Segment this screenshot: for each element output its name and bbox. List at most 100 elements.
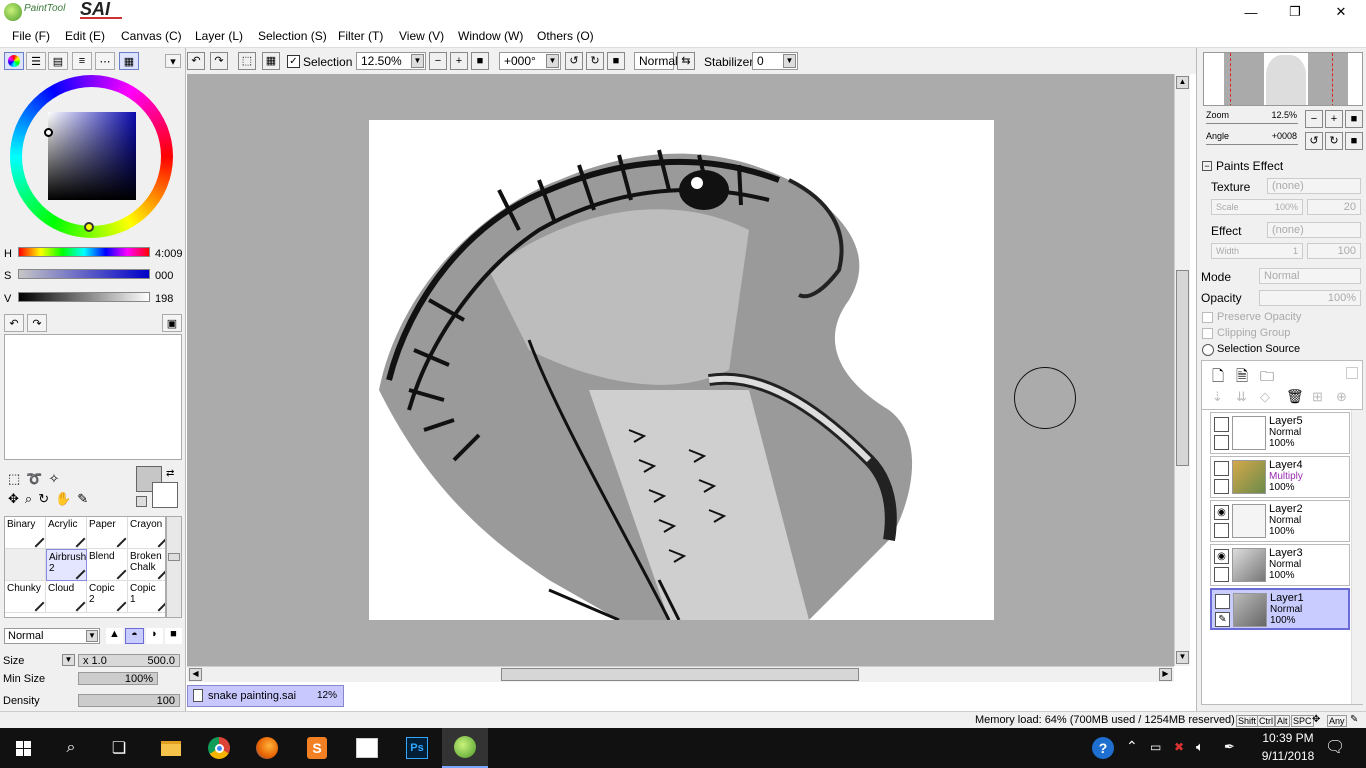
zoom-in-button[interactable]: + <box>450 52 468 70</box>
scale-input[interactable]: 20 <box>1307 199 1361 215</box>
move-icon[interactable]: ✥ <box>8 491 25 506</box>
nav-angle-slider[interactable] <box>1206 144 1298 145</box>
swap-colors-icon[interactable]: ⇄ <box>166 468 174 479</box>
lock-toggle[interactable]: ✎ <box>1215 612 1230 627</box>
secondary-color-swatch[interactable] <box>152 482 178 508</box>
menu-filter[interactable]: Filter (T) <box>338 29 383 43</box>
layer-list-scrollbar[interactable] <box>1351 410 1363 704</box>
canvas-vertical-scrollbar[interactable]: ▲ ▼ <box>1174 74 1190 666</box>
h-slider[interactable] <box>18 247 150 257</box>
visibility-toggle[interactable]: ◉ <box>1214 505 1229 520</box>
layer-mode-select[interactable]: Normal <box>1259 268 1361 284</box>
zoom-select[interactable]: 12.50% ▼ <box>356 52 426 70</box>
selection-checkbox[interactable]: ✓ <box>287 55 300 68</box>
scratchpad-menu-button[interactable]: ▣ <box>162 314 182 332</box>
scroll-down-icon[interactable]: ▼ <box>1176 651 1189 664</box>
angle-select[interactable]: +000° ▼ <box>499 52 561 70</box>
clipping-group-checkbox[interactable] <box>1202 328 1213 339</box>
firefox-button[interactable] <box>244 728 290 768</box>
nav-rotate-ccw-button[interactable]: ↺ <box>1305 132 1323 150</box>
color-wheel-tab[interactable] <box>4 52 24 70</box>
size-range-dropdown[interactable]: ▼ <box>62 654 75 666</box>
brush-cloud[interactable]: Cloud <box>46 581 87 613</box>
v-slider[interactable] <box>18 292 150 302</box>
layer-menu-icon[interactable] <box>1346 367 1358 379</box>
merge-down-icon[interactable]: ⇊ <box>1236 389 1247 405</box>
brush-crayon[interactable]: Crayon <box>128 517 165 549</box>
apply-mask-icon[interactable]: ⊞ <box>1312 389 1323 405</box>
texture-select[interactable]: (none) <box>1267 178 1361 194</box>
shape-hard-icon[interactable]: ▲ <box>106 628 123 644</box>
network-icon[interactable]: ✖ <box>1174 740 1184 754</box>
density-slider[interactable]: 100 <box>78 694 180 707</box>
collapse-icon[interactable]: − <box>1202 161 1212 171</box>
stabilizer-select[interactable]: 0 ▼ <box>752 52 798 70</box>
default-colors-icon[interactable] <box>136 496 147 507</box>
layer-item-layer1[interactable]: ✎ Layer1 Normal 100% <box>1210 588 1350 630</box>
notifications-icon[interactable]: 🗨 <box>1325 737 1345 757</box>
menu-canvas[interactable]: Canvas (C) <box>121 29 182 43</box>
menu-others[interactable]: Others (O) <box>537 29 594 43</box>
brush-copic-1[interactable]: Copic 1 <box>128 581 165 613</box>
menu-view[interactable]: View (V) <box>399 29 444 43</box>
file-explorer-button[interactable] <box>148 728 194 768</box>
lasso-icon[interactable]: ➰ <box>26 471 48 486</box>
visibility-toggle[interactable] <box>1214 417 1229 432</box>
undo-button[interactable]: ↶ <box>187 52 205 70</box>
lock-toggle[interactable] <box>1214 435 1229 450</box>
lock-toggle[interactable] <box>1214 479 1229 494</box>
new-linked-layer-icon[interactable]: 🗎 <box>1236 366 1248 391</box>
horizontal-scroll-thumb[interactable] <box>501 668 859 681</box>
redo-button[interactable]: ↷ <box>210 52 228 70</box>
minimize-button[interactable]: — <box>1228 0 1274 24</box>
sv-cursor[interactable] <box>44 128 53 137</box>
delete-layer-icon[interactable]: 🗑 <box>1286 388 1304 405</box>
chrome-button[interactable] <box>196 728 242 768</box>
layer-opacity-slider[interactable]: 100% <box>1259 290 1361 306</box>
clear-layer-icon[interactable]: ◇ <box>1260 389 1270 405</box>
volume-icon[interactable]: 🔈︎ <box>1196 739 1204 755</box>
swatches-tab[interactable]: ≡ <box>72 52 92 70</box>
app-button-green[interactable] <box>344 728 390 768</box>
nav-rotate-reset-button[interactable]: ■ <box>1345 132 1363 150</box>
visibility-toggle[interactable] <box>1215 594 1230 609</box>
start-button[interactable] <box>0 728 46 768</box>
rotate-cw-button[interactable]: ↻ <box>586 52 604 70</box>
menu-window[interactable]: Window (W) <box>458 29 523 43</box>
shape-soft-icon[interactable]: ◓ <box>125 628 144 644</box>
scroll-up-icon[interactable]: ▲ <box>1176 76 1189 89</box>
undo-color-button[interactable]: ↶ <box>4 314 24 332</box>
brush-binary[interactable]: Binary <box>5 517 46 549</box>
width-input[interactable]: 100 <box>1307 243 1361 259</box>
minsize-slider[interactable]: 100% <box>78 672 158 685</box>
sv-square[interactable] <box>48 112 136 200</box>
redo-color-button[interactable]: ↷ <box>27 314 47 332</box>
canvas-horizontal-scrollbar[interactable]: ◀ ▶ <box>187 666 1174 682</box>
nav-zoom-in-button[interactable]: + <box>1325 110 1343 128</box>
pen-workspace-icon[interactable]: ✒ <box>1224 739 1235 755</box>
rotate-ccw-button[interactable]: ↺ <box>565 52 583 70</box>
restore-button[interactable]: ❐ <box>1272 0 1318 24</box>
vertical-scroll-thumb[interactable] <box>1176 270 1189 466</box>
scale-slider[interactable]: Scale 100% <box>1211 199 1303 215</box>
brush-paper[interactable]: Paper <box>87 517 128 549</box>
brush-grid-scrollbar[interactable] <box>166 516 182 618</box>
lock-toggle[interactable] <box>1214 567 1229 582</box>
s-slider[interactable] <box>18 269 150 279</box>
scratchpad-tab[interactable]: ▦ <box>119 52 139 70</box>
task-view-button[interactable]: ❏ <box>96 728 142 768</box>
nav-zoom-reset-button[interactable]: ■ <box>1345 110 1363 128</box>
rotate-icon[interactable]: ↻ <box>38 491 55 506</box>
rgb-slider-tab[interactable]: ☰ <box>26 52 46 70</box>
visibility-toggle[interactable]: ◉ <box>1214 549 1229 564</box>
shape-medium-icon[interactable]: ◗ <box>146 628 163 644</box>
brush-blend[interactable]: Blend <box>87 549 128 581</box>
nav-zoom-out-button[interactable]: − <box>1305 110 1323 128</box>
zoom-icon[interactable]: ⌕ <box>25 491 38 506</box>
nav-zoom-slider[interactable] <box>1206 123 1298 124</box>
add-mask-icon[interactable]: ⊕ <box>1336 389 1347 405</box>
nav-rotate-cw-button[interactable]: ↻ <box>1325 132 1343 150</box>
flip-button[interactable]: ⇆ <box>677 52 695 70</box>
hand-icon[interactable]: ✋ <box>55 491 77 506</box>
brush-grid-scroll-thumb[interactable] <box>168 553 180 561</box>
